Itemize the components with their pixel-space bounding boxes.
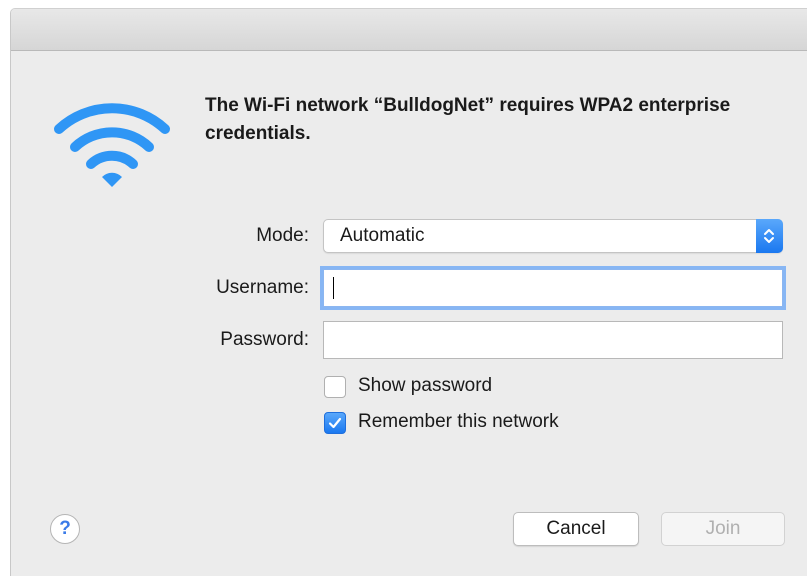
remember-network-label[interactable]: Remember this network bbox=[358, 411, 559, 433]
checkmark-icon bbox=[328, 417, 342, 429]
remember-network-checkbox[interactable] bbox=[324, 412, 346, 434]
chevron-updown-icon[interactable] bbox=[756, 219, 783, 253]
wifi-icon bbox=[53, 95, 171, 191]
show-password-label[interactable]: Show password bbox=[358, 375, 492, 397]
username-label: Username: bbox=[216, 277, 309, 298]
cancel-button[interactable]: Cancel bbox=[513, 512, 639, 546]
password-label: Password: bbox=[220, 329, 309, 350]
help-button[interactable]: ? bbox=[50, 514, 80, 544]
join-button[interactable]: Join bbox=[661, 512, 785, 546]
show-password-checkbox[interactable] bbox=[324, 376, 346, 398]
username-field[interactable] bbox=[323, 269, 783, 307]
mode-label: Mode: bbox=[256, 225, 309, 246]
text-caret bbox=[333, 277, 334, 299]
title-bar[interactable] bbox=[11, 9, 807, 51]
mode-select-value: Automatic bbox=[340, 225, 425, 246]
dialog-message: The Wi-Fi network “BulldogNet” requires … bbox=[205, 95, 731, 144]
wifi-credentials-dialog: The Wi-Fi network “BulldogNet” requires … bbox=[10, 8, 807, 576]
mode-select[interactable]: Automatic bbox=[323, 219, 783, 253]
password-field[interactable] bbox=[323, 321, 783, 359]
